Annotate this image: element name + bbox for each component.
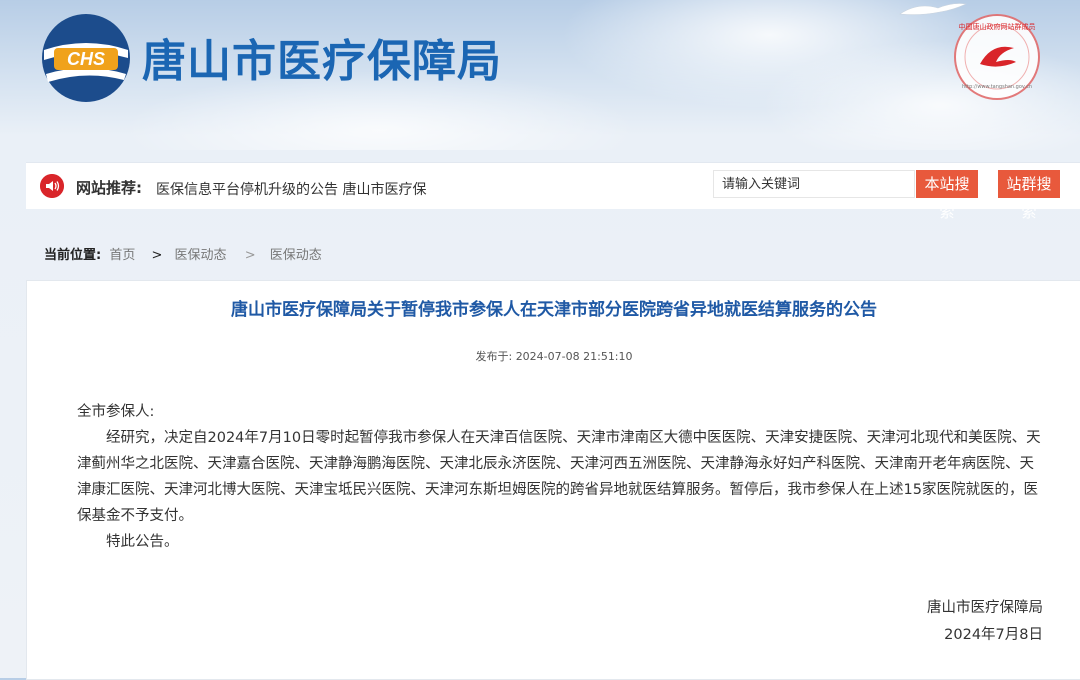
article-paragraph: 经研究，决定自2024年7月10日零时起暂停我市参保人在天津百信医院、天津市津南… (77, 430, 1041, 524)
recommend-label: 网站推荐: (76, 179, 142, 197)
site-title[interactable]: 唐山市医疗保障局 (142, 25, 502, 89)
signature-date: 2024年7月8日 (944, 627, 1043, 643)
recommend-marquee-link[interactable]: 医保信息平台停机升级的公告 唐山市医疗保 (156, 179, 451, 199)
breadcrumb: 当前位置: 首页 > 医保动态 > 医保动态 (44, 244, 326, 263)
logo-text: CHS (67, 49, 105, 69)
publish-time: 2024-07-08 21:51:10 (515, 350, 633, 363)
publish-label: 发布于: (475, 350, 513, 363)
speaker-icon (40, 174, 64, 198)
signature-block: 唐山市医疗保障局 2024年7月8日 (927, 595, 1043, 649)
closing-text: 特此公告。 (106, 534, 179, 550)
search-input[interactable] (713, 170, 915, 198)
salutation: 全市参保人: (77, 404, 155, 420)
publish-info: 发布于: 2024-07-08 21:51:10 (27, 348, 1080, 364)
chs-logo[interactable]: CHS (40, 12, 132, 104)
breadcrumb-label: 当前位置: (44, 248, 102, 263)
breadcrumb-section[interactable]: 医保动态 (175, 248, 227, 263)
site-search-button[interactable]: 本站搜索 (916, 170, 978, 221)
recommend-bar: 网站推荐: 医保信息平台停机升级的公告 唐山市医疗保 本站搜索 站群搜索 (26, 162, 1080, 221)
article-body: 全市参保人: 经研究，决定自2024年7月10日零时起暂停我市参保人在天津百信医… (77, 399, 1047, 555)
seal-text: 中国唐山政府网站群成员 (959, 22, 1036, 31)
site-header: CHS 唐山市医疗保障局 中国唐山政府网站群成员 http://www.tang… (0, 0, 1080, 150)
breadcrumb-separator: > (244, 248, 256, 263)
seal-url: http://www.tangshan.gov.cn (962, 84, 1032, 90)
article-panel: 唐山市医疗保障局关于暂停我市参保人在天津市部分医院跨省异地就医结算服务的公告 发… (26, 280, 1080, 680)
signature-org: 唐山市医疗保障局 (927, 600, 1043, 616)
group-search-button[interactable]: 站群搜索 (998, 170, 1060, 221)
breadcrumb-separator: > (151, 248, 163, 263)
article-title: 唐山市医疗保障局关于暂停我市参保人在天津市部分医院跨省异地就医结算服务的公告 (231, 300, 877, 320)
breadcrumb-home[interactable]: 首页 (109, 248, 135, 263)
gov-site-group-seal[interactable]: 中国唐山政府网站群成员 http://www.tangshan.gov.cn (952, 12, 1042, 102)
breadcrumb-current[interactable]: 医保动态 (270, 248, 322, 263)
